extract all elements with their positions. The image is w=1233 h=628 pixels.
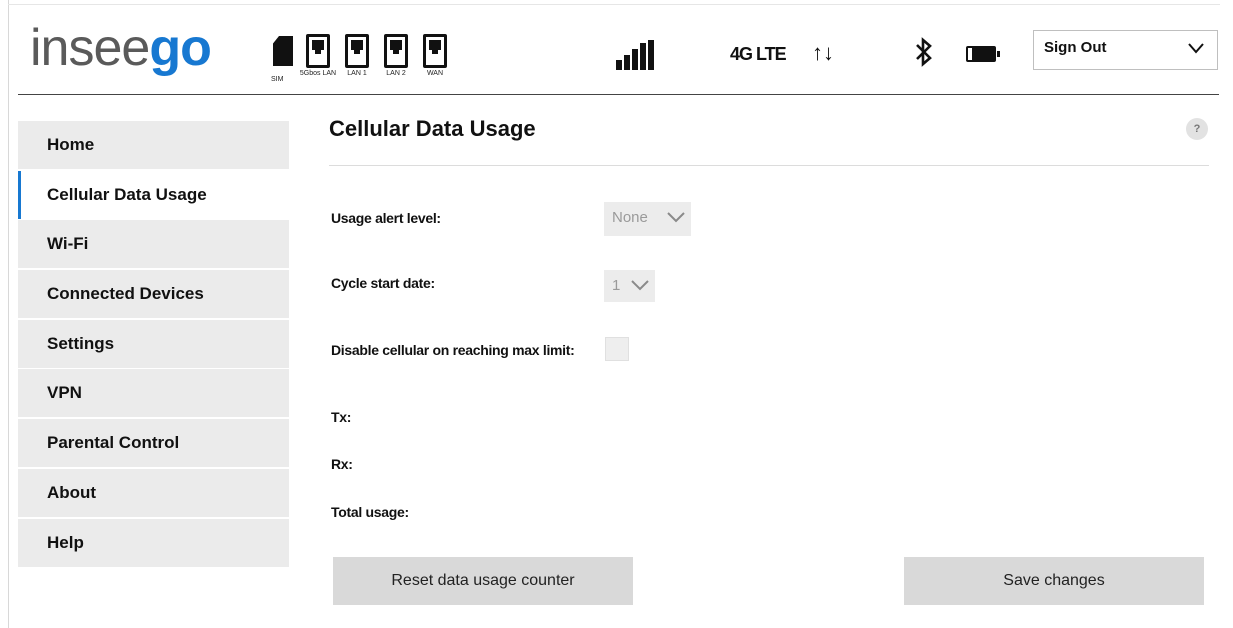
port-label-lan1: LAN 1 <box>347 70 367 77</box>
sidebar-item-wifi[interactable]: Wi-Fi <box>18 220 289 269</box>
port-label-wan: WAN <box>426 70 444 77</box>
chevron-down-icon <box>631 280 649 291</box>
sim-card-icon <box>273 36 293 66</box>
ethernet-port-icon-lan1: LAN 1 <box>345 34 369 77</box>
rx-label: Rx: <box>331 456 353 472</box>
sidebar-nav: Home Cellular Data Usage Wi-Fi Connected… <box>18 121 289 568</box>
disable-cellular-label: Disable cellular on reaching max limit: <box>331 342 575 358</box>
sidebar-item-label: Home <box>47 135 95 154</box>
header-divider <box>18 94 1219 95</box>
sidebar-item-cellular-data-usage[interactable]: Cellular Data Usage <box>18 170 289 219</box>
logo-text-part1: insee <box>30 19 150 77</box>
signal-strength-icon <box>616 40 656 70</box>
bluetooth-icon <box>916 37 932 67</box>
sidebar-item-label: Help <box>47 532 84 552</box>
ethernet-port-icon-5gbps: 5Gbos LAN <box>300 34 336 77</box>
help-icon[interactable]: ? <box>1186 118 1208 140</box>
reset-data-usage-button[interactable]: Reset data usage counter <box>333 557 633 605</box>
sidebar-item-about[interactable]: About <box>18 468 289 517</box>
sidebar-item-label: VPN <box>47 383 82 403</box>
title-divider <box>329 165 1209 166</box>
chevron-down-icon <box>667 212 685 223</box>
tx-label: Tx: <box>331 409 352 425</box>
sidebar-item-home[interactable]: Home <box>18 121 289 169</box>
sidebar-item-label: Parental Control <box>47 433 180 453</box>
sidebar-item-help[interactable]: Help <box>18 518 289 567</box>
frame-border-left <box>8 0 9 628</box>
frame-border-top <box>8 4 1220 5</box>
sidebar-item-parental-control[interactable]: Parental Control <box>18 419 289 468</box>
cycle-start-value: 1 <box>612 277 621 294</box>
page-title: Cellular Data Usage <box>329 116 536 141</box>
chevron-down-icon <box>1188 43 1204 54</box>
port-label-5gbps: 5Gbos LAN <box>299 70 337 77</box>
usage-alert-value: None <box>612 209 648 226</box>
sidebar-item-connected-devices[interactable]: Connected Devices <box>18 270 289 319</box>
ethernet-port-icon-lan2: LAN 2 <box>384 34 408 77</box>
disable-cellular-checkbox[interactable] <box>605 337 629 361</box>
sidebar-item-label: Settings <box>47 333 115 353</box>
sign-out-dropdown[interactable]: Sign Out <box>1033 30 1218 70</box>
battery-icon <box>966 46 1000 62</box>
cycle-start-label: Cycle start date: <box>331 275 435 291</box>
sidebar-item-label: Wi-Fi <box>47 234 89 254</box>
usage-alert-label: Usage alert level: <box>331 210 441 226</box>
ethernet-port-icon-wan: WAN <box>423 34 447 77</box>
sidebar-item-label: About <box>47 482 97 502</box>
sidebar-item-label: Cellular Data Usage <box>47 184 207 204</box>
save-changes-button[interactable]: Save changes <box>904 557 1204 605</box>
network-type-label: 4G LTE <box>730 44 787 64</box>
usage-alert-select[interactable]: None <box>604 202 691 236</box>
logo-text-part2: go <box>149 19 212 77</box>
sign-out-label: Sign Out <box>1044 39 1107 56</box>
inseego-logo: inseego <box>30 19 212 77</box>
sidebar-item-vpn[interactable]: VPN <box>18 369 289 418</box>
cycle-start-select[interactable]: 1 <box>604 270 655 302</box>
sidebar-item-label: Connected Devices <box>47 284 204 304</box>
transfer-arrows-icon: ↑↓ <box>812 40 834 65</box>
sim-label: SIM <box>271 76 284 83</box>
total-usage-label: Total usage: <box>331 504 409 520</box>
port-label-lan2: LAN 2 <box>386 70 406 77</box>
sidebar-item-settings[interactable]: Settings <box>18 319 289 368</box>
